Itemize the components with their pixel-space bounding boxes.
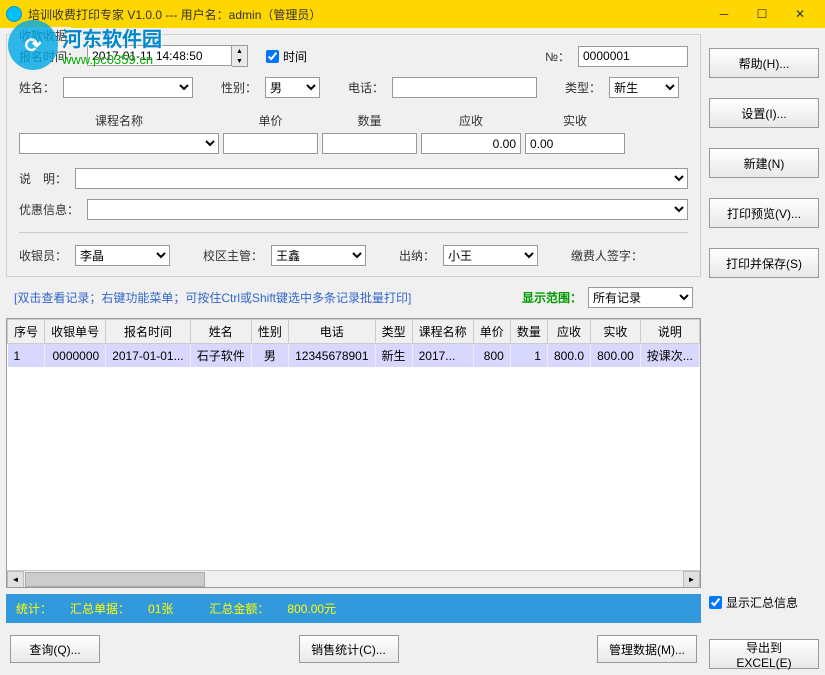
phone-label: 电话： <box>348 79 384 96</box>
new-button[interactable]: 新建(N) <box>709 148 819 178</box>
price-input[interactable] <box>223 133 318 154</box>
supervisor-label: 校区主管： <box>203 247 263 264</box>
time-checkbox[interactable] <box>266 50 279 63</box>
supervisor-select[interactable]: 王鑫 <box>271 245 366 266</box>
type-label: 类型： <box>565 79 601 96</box>
settings-button[interactable]: 设置(I)... <box>709 98 819 128</box>
group-title: 收款收据 <box>15 27 71 44</box>
time-check-label: 时间 <box>283 48 307 65</box>
desc-select[interactable] <box>75 168 688 189</box>
app-icon <box>6 6 22 22</box>
table-header[interactable]: 序号 <box>8 320 45 344</box>
print-save-button[interactable]: 打印并保存(S) <box>709 248 819 278</box>
table-header[interactable]: 类型 <box>375 320 412 344</box>
table-header[interactable]: 收银单号 <box>45 320 106 344</box>
table-header[interactable]: 性别 <box>251 320 288 344</box>
query-button[interactable]: 查询(Q)... <box>10 635 100 663</box>
discount-label: 优惠信息： <box>19 201 79 218</box>
price-header: 单价 <box>223 112 318 129</box>
course-select[interactable] <box>19 133 219 154</box>
table-header[interactable]: 姓名 <box>190 320 251 344</box>
no-label: №： <box>545 48 570 65</box>
export-button[interactable]: 导出到EXCEL(E) <box>709 639 819 669</box>
records-table-container: 序号收银单号报名时间姓名性别电话类型课程名称单价数量应收实收说明 1000000… <box>6 318 701 588</box>
preview-button[interactable]: 打印预览(V)... <box>709 198 819 228</box>
qty-header: 数量 <box>322 112 417 129</box>
receivable-input[interactable] <box>421 133 521 154</box>
summary-label: 统计： <box>16 600 52 617</box>
table-row[interactable]: 100000002017-01-01...石子软件男12345678901新生2… <box>8 344 700 368</box>
no-input[interactable] <box>578 46 688 67</box>
table-header[interactable]: 课程名称 <box>412 320 473 344</box>
records-table[interactable]: 序号收银单号报名时间姓名性别电话类型课程名称单价数量应收实收说明 1000000… <box>7 319 700 367</box>
horizontal-scrollbar[interactable]: ◄ ► <box>7 570 700 587</box>
maximize-button[interactable]: ☐ <box>743 2 781 26</box>
received-input[interactable] <box>525 133 625 154</box>
reg-time-label: 报名时间： <box>19 48 79 65</box>
phone-input[interactable] <box>392 77 537 98</box>
qty-input[interactable] <box>322 133 417 154</box>
summary-bar: 统计： 汇总单据：01张 汇总金额：800.00元 <box>6 594 701 623</box>
table-header[interactable]: 数量 <box>510 320 547 344</box>
type-select[interactable]: 新生 <box>609 77 679 98</box>
hint-text: [双击查看记录；右键功能菜单；可按住Ctrl或Shift键选中多条记录批量打印] <box>14 289 522 306</box>
receivable-header: 应收 <box>421 112 521 129</box>
receipt-group: 收款收据 报名时间： ▲ ▼ 时间 №： <box>6 34 701 277</box>
help-button[interactable]: 帮助(H)... <box>709 48 819 78</box>
reg-time-input[interactable] <box>87 45 232 66</box>
stats-button[interactable]: 销售统计(C)... <box>299 635 399 663</box>
window-title: 培训收费打印专家 V1.0.0 --- 用户名：admin（管理员） <box>28 6 705 23</box>
gender-select[interactable]: 男 <box>265 77 320 98</box>
table-header[interactable]: 应收 <box>547 320 590 344</box>
table-header[interactable]: 报名时间 <box>106 320 191 344</box>
discount-select[interactable] <box>87 199 688 220</box>
name-label: 姓名： <box>19 79 55 96</box>
close-button[interactable]: ✕ <box>781 2 819 26</box>
minimize-button[interactable]: ─ <box>705 2 743 26</box>
show-summary-label: 显示汇总信息 <box>726 594 798 611</box>
table-header[interactable]: 单价 <box>473 320 510 344</box>
manage-button[interactable]: 管理数据(M)... <box>597 635 697 663</box>
cashier-label: 收银员： <box>19 247 67 264</box>
time-spinner[interactable]: ▲ ▼ <box>232 45 248 67</box>
name-select[interactable] <box>63 77 193 98</box>
gender-label: 性别： <box>221 79 257 96</box>
show-summary-checkbox[interactable] <box>709 596 722 609</box>
table-header[interactable]: 实收 <box>591 320 641 344</box>
cashier-select[interactable]: 李晶 <box>75 245 170 266</box>
teller-select[interactable]: 小王 <box>443 245 538 266</box>
received-header: 实收 <box>525 112 625 129</box>
desc-label: 说 明： <box>19 170 67 187</box>
teller-label: 出纳： <box>399 247 435 264</box>
scope-label: 显示范围： <box>522 289 582 306</box>
scope-select[interactable]: 所有记录 <box>588 287 693 308</box>
payer-sign-label: 缴费人签字： <box>571 247 643 264</box>
table-header[interactable]: 说明 <box>640 320 699 344</box>
course-header: 课程名称 <box>19 112 219 129</box>
table-header[interactable]: 电话 <box>288 320 375 344</box>
